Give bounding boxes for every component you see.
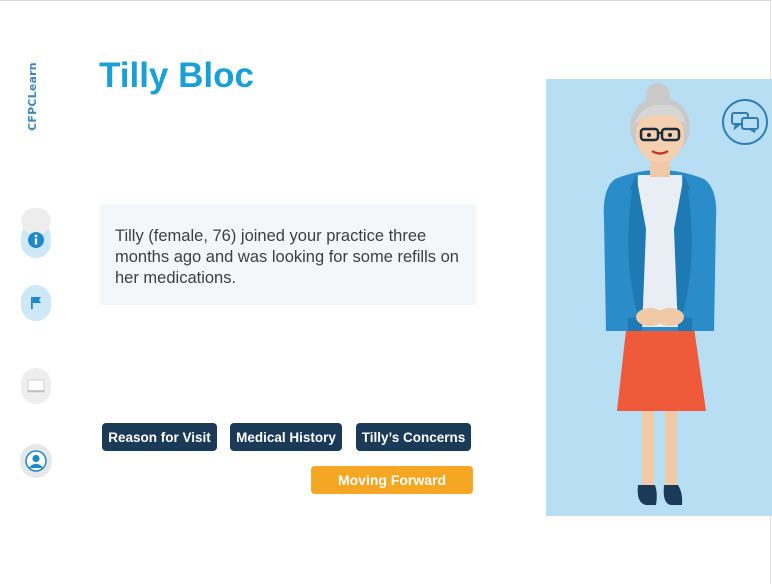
info-button[interactable] [21,208,51,258]
notes-button[interactable] [21,368,51,404]
profile-button[interactable] [20,444,52,478]
info-icon [28,232,44,248]
elderly-woman-illustration [603,83,717,505]
brand-logo: CFPCLearn [22,56,42,136]
flag-button[interactable] [21,285,51,321]
brand-logo-text: CFPCLearn [25,61,39,131]
chat-button[interactable] [722,99,768,145]
character-portrait [546,79,772,516]
flag-icon [31,297,41,309]
page-title: Tilly Bloc [99,56,254,95]
tab-reason-for-visit[interactable]: Reason for Visit [102,423,217,451]
intro-text: Tilly (female, 76) joined your practice … [115,227,459,287]
tab-tillys-concerns[interactable]: Tilly’s Concerns [356,423,471,451]
intro-card: Tilly (female, 76) joined your practice … [100,204,476,305]
chat-bubbles-icon [731,112,759,133]
user-icon [25,450,47,472]
moving-forward-button[interactable]: Moving Forward [311,466,473,494]
note-icon [27,379,45,393]
tab-medical-history[interactable]: Medical History [230,423,342,451]
